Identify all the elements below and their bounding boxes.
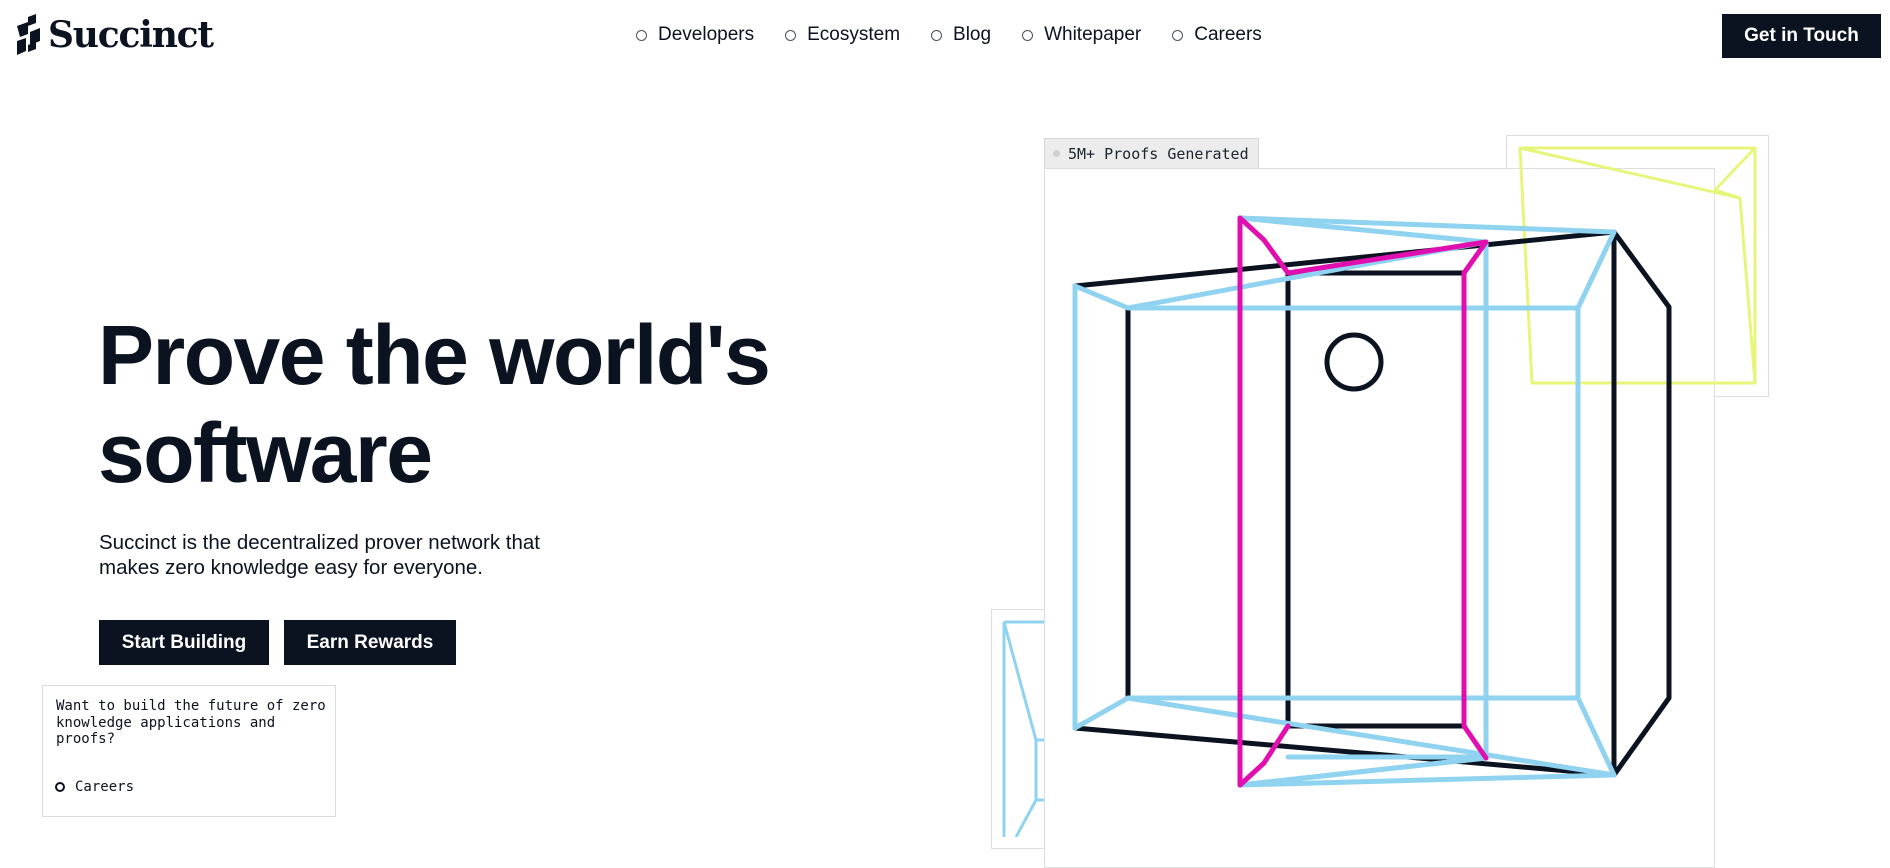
nav-item-ecosystem[interactable]: Ecosystem xyxy=(785,24,900,46)
circle-bullet-icon xyxy=(636,29,647,41)
proofs-stat-label: 5M+ Proofs Generated xyxy=(1068,144,1249,163)
proofs-stat-tag: 5M+ Proofs Generated xyxy=(1044,138,1259,168)
get-in-touch-button[interactable]: Get in Touch xyxy=(1722,14,1881,58)
status-dot-icon xyxy=(1053,150,1060,157)
small-art-panel xyxy=(991,609,1051,849)
nav-item-label: Ecosystem xyxy=(807,24,901,45)
careers-card-link[interactable]: Careers xyxy=(55,779,134,795)
hero-headline: Prove the world's software xyxy=(98,306,771,502)
nav-item-label: Careers xyxy=(1194,24,1262,45)
logo[interactable]: Succinct xyxy=(14,14,214,56)
circle-bullet-icon xyxy=(1172,29,1184,41)
careers-card-text: Want to build the future of zero knowled… xyxy=(56,698,326,747)
main-nav: Developers Ecosystem Blog Whitepaper Car… xyxy=(636,24,1262,46)
nav-item-label: Developers xyxy=(658,24,755,45)
succinct-logo-icon xyxy=(17,14,40,55)
headline-line-2: software xyxy=(98,406,433,500)
circle-bullet-icon xyxy=(785,29,797,41)
nav-item-label: Blog xyxy=(953,24,992,45)
circle-bullet-icon xyxy=(931,29,943,41)
start-building-button[interactable]: Start Building xyxy=(99,620,269,665)
circle-bullet-icon xyxy=(1022,29,1034,41)
nav-item-label: Whitepaper xyxy=(1044,24,1142,45)
careers-link-label: Careers xyxy=(75,779,135,795)
hero-subtext: Succinct is the decentralized prover net… xyxy=(99,531,540,579)
nav-item-careers[interactable]: Careers xyxy=(1172,24,1262,46)
circle-bullet-icon xyxy=(55,782,65,792)
nav-item-blog[interactable]: Blog xyxy=(931,24,991,46)
nav-item-developers[interactable]: Developers xyxy=(636,24,754,46)
earn-rewards-button[interactable]: Earn Rewards xyxy=(284,620,456,665)
headline-line-1: Prove the world's xyxy=(98,308,771,402)
logo-wordmark: Succinct xyxy=(48,14,214,56)
nav-item-whitepaper[interactable]: Whitepaper xyxy=(1022,24,1141,46)
careers-card: Want to build the future of zero knowled… xyxy=(42,685,336,817)
main-art-panel xyxy=(1044,168,1715,868)
